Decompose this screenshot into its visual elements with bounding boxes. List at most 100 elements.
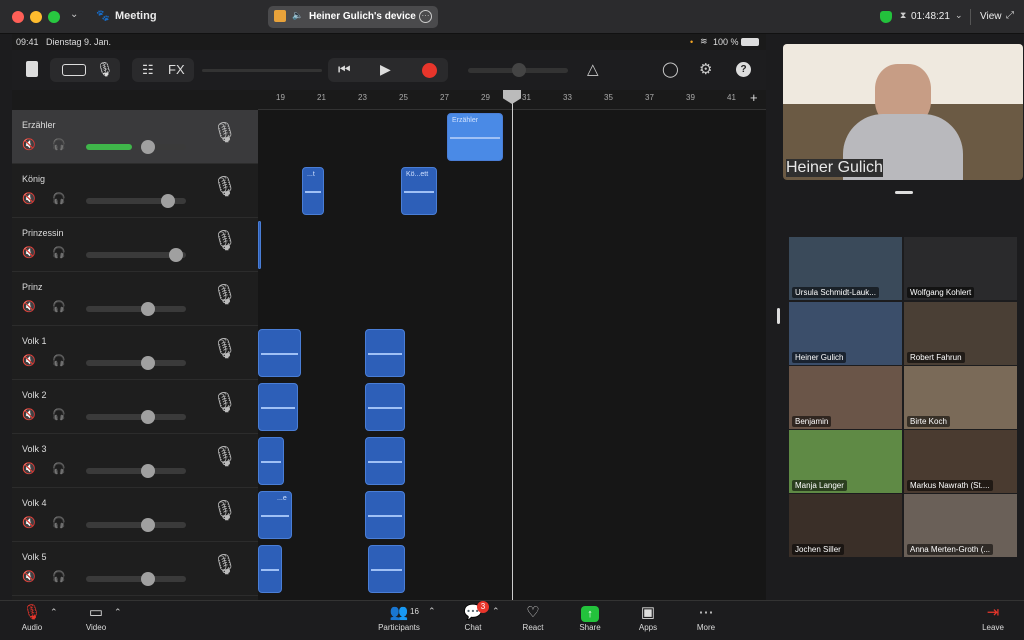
playhead[interactable] bbox=[503, 90, 521, 600]
audio-region[interactable] bbox=[258, 545, 282, 593]
participant-tile[interactable]: Anna Merten-Groth (... bbox=[904, 494, 1017, 557]
volume-knob[interactable] bbox=[141, 410, 155, 424]
microphone-instrument-icon[interactable]: 🎙 bbox=[212, 174, 237, 199]
mute-icon[interactable]: 🔇 bbox=[22, 192, 36, 205]
audio-region[interactable]: Kö...ett bbox=[401, 167, 437, 215]
volume-knob[interactable] bbox=[141, 464, 155, 478]
microphone-instrument-icon[interactable]: 🎙 bbox=[212, 120, 237, 145]
track-header[interactable]: Erzähler 🔇 🎧 🎙 bbox=[12, 110, 258, 164]
leave-button[interactable]: ⇥ Leave bbox=[963, 603, 1023, 639]
audio-region[interactable] bbox=[258, 437, 284, 485]
volume-knob[interactable] bbox=[141, 140, 155, 154]
minimize-window-button[interactable] bbox=[30, 11, 42, 23]
split-resize-handle[interactable] bbox=[777, 308, 780, 324]
participant-tile[interactable]: Benjamin bbox=[789, 366, 902, 429]
headphones-icon[interactable]: 🎧 bbox=[52, 354, 66, 367]
participant-tile[interactable]: Jochen Siller bbox=[789, 494, 902, 557]
headphones-icon[interactable]: 🎧 bbox=[52, 570, 66, 583]
timer-chevron-icon[interactable]: ⌄ bbox=[955, 10, 963, 21]
track-volume-slider[interactable] bbox=[86, 356, 186, 370]
audio-region[interactable] bbox=[365, 491, 405, 539]
metronome-icon[interactable]: △ bbox=[587, 60, 599, 78]
track-header[interactable]: Prinzessin 🔇 🎧 🎙 bbox=[12, 218, 258, 272]
more-options-icon[interactable]: ··· bbox=[419, 10, 432, 23]
mute-icon[interactable]: 🔇 bbox=[22, 462, 36, 475]
volume-knob[interactable] bbox=[161, 194, 175, 208]
track-header[interactable]: Prinz 🔇 🎧 🎙 bbox=[12, 272, 258, 326]
audio-region[interactable] bbox=[365, 383, 405, 431]
active-speaker-video[interactable]: Heiner Gulich bbox=[783, 44, 1023, 180]
track-volume-slider[interactable] bbox=[86, 302, 186, 316]
participant-tile[interactable]: Wolfgang Kohlert bbox=[904, 237, 1017, 300]
participant-tile[interactable]: Heiner Gulich bbox=[789, 302, 902, 365]
mute-icon[interactable]: 🔇 bbox=[22, 300, 36, 313]
mute-icon[interactable]: 🔇 bbox=[22, 354, 36, 367]
volume-knob[interactable] bbox=[141, 356, 155, 370]
tracks-view-icon[interactable] bbox=[62, 64, 86, 76]
volume-knob[interactable] bbox=[141, 572, 155, 586]
audio-region[interactable]: ...e bbox=[258, 491, 292, 539]
master-volume-knob[interactable] bbox=[512, 63, 526, 77]
headphones-icon[interactable]: 🎧 bbox=[52, 300, 66, 313]
mixer-icon[interactable]: ☷ bbox=[142, 62, 154, 78]
volume-knob[interactable] bbox=[169, 248, 183, 262]
track-volume-slider[interactable] bbox=[86, 140, 186, 154]
audio-region[interactable] bbox=[258, 329, 301, 377]
volume-knob[interactable] bbox=[141, 518, 155, 532]
microphone-instrument-icon[interactable]: 🎙 bbox=[212, 552, 237, 577]
shield-icon[interactable] bbox=[880, 11, 892, 23]
track-header[interactable]: König 🔇 🎧 🎙 bbox=[12, 164, 258, 218]
fx-button[interactable]: FX bbox=[168, 62, 185, 77]
track-volume-slider[interactable] bbox=[86, 410, 186, 424]
audio-region[interactable] bbox=[258, 221, 261, 269]
zoom-window-button[interactable] bbox=[48, 11, 60, 23]
mute-icon[interactable]: 🔇 bbox=[22, 408, 36, 421]
headphones-icon[interactable]: 🎧 bbox=[52, 408, 66, 421]
headphones-icon[interactable]: 🎧 bbox=[52, 462, 66, 475]
audio-region[interactable] bbox=[368, 545, 405, 593]
record-button[interactable] bbox=[422, 63, 437, 78]
audio-region[interactable]: Erzähler bbox=[447, 113, 503, 161]
panel-resize-handle[interactable] bbox=[895, 191, 913, 194]
participant-tile[interactable]: Robert Fahrun bbox=[904, 302, 1017, 365]
participant-tile[interactable]: Manja Langer bbox=[789, 430, 902, 493]
audio-region[interactable] bbox=[258, 383, 298, 431]
microphone-instrument-icon[interactable]: 🎙 bbox=[212, 228, 237, 253]
participant-tile[interactable]: Markus Nawrath (St.... bbox=[904, 430, 1017, 493]
participants-chevron-icon[interactable]: ⌃ bbox=[428, 606, 436, 617]
headphones-icon[interactable]: 🎧 bbox=[52, 138, 66, 151]
audio-region[interactable] bbox=[365, 437, 405, 485]
microphone-instrument-icon[interactable]: 🎙 bbox=[212, 498, 237, 523]
share-button[interactable]: ↑ Share bbox=[560, 603, 620, 639]
audio-region[interactable]: ...t bbox=[302, 167, 324, 215]
more-button[interactable]: ⋯ More bbox=[676, 603, 736, 639]
microphone-icon[interactable]: 🎙 bbox=[96, 61, 114, 78]
audio-region[interactable] bbox=[365, 329, 405, 377]
close-window-button[interactable] bbox=[12, 11, 24, 23]
play-icon[interactable]: ▶ bbox=[380, 61, 391, 78]
track-volume-slider[interactable] bbox=[86, 464, 186, 478]
headphones-icon[interactable]: 🎧 bbox=[52, 246, 66, 259]
settings-icon[interactable]: ⚙ bbox=[699, 60, 712, 78]
track-volume-slider[interactable] bbox=[86, 248, 186, 262]
participant-tile[interactable]: Ursula Schmidt-Lauk... bbox=[789, 237, 902, 300]
participant-tile[interactable]: Birte Koch bbox=[904, 366, 1017, 429]
track-volume-slider[interactable] bbox=[86, 572, 186, 586]
rewind-icon[interactable]: ⏮ bbox=[338, 61, 351, 78]
track-header[interactable]: Volk 2 🔇 🎧 🎙 bbox=[12, 380, 258, 434]
microphone-instrument-icon[interactable]: 🎙 bbox=[212, 444, 237, 469]
participants-button[interactable]: 👥 Participants bbox=[369, 603, 429, 639]
audio-options-chevron-icon[interactable]: ⌃ bbox=[50, 607, 58, 618]
fullscreen-icon[interactable]: ⤢ bbox=[1006, 10, 1014, 21]
help-icon[interactable]: ? bbox=[736, 62, 751, 77]
track-header[interactable]: Volk 5 🔇 🎧 🎙 bbox=[12, 542, 258, 596]
headphones-icon[interactable]: 🎧 bbox=[52, 516, 66, 529]
add-section-icon[interactable]: + bbox=[750, 90, 758, 105]
document-icon[interactable] bbox=[26, 61, 38, 77]
chevron-down-icon[interactable]: ⌄ bbox=[70, 9, 78, 20]
react-button[interactable]: ♡ React bbox=[503, 603, 563, 639]
track-volume-slider[interactable] bbox=[86, 518, 186, 532]
chat-chevron-icon[interactable]: ⌃ bbox=[492, 606, 500, 617]
headphones-icon[interactable]: 🎧 bbox=[52, 192, 66, 205]
track-header[interactable]: Volk 4 🔇 🎧 🎙 bbox=[12, 488, 258, 542]
